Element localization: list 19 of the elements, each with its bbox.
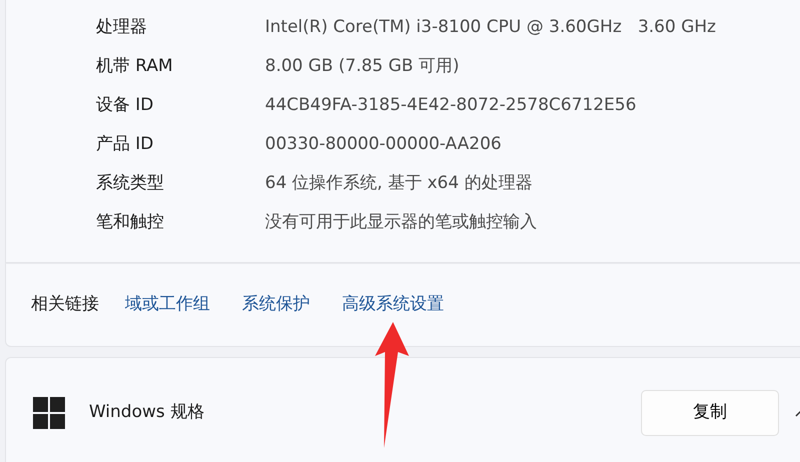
- copy-button[interactable]: 复制: [641, 390, 779, 436]
- spec-value: 00330-80000-00000-AA206: [265, 132, 502, 156]
- spec-value: 64 位操作系统, 基于 x64 的处理器: [265, 172, 532, 195]
- spec-value: Intel(R) Core(TM) i3-8100 CPU @ 3.60GHz 3.60 GHz: [265, 16, 716, 39]
- settings-link[interactable]: 域或工作组: [125, 292, 210, 318]
- spec-value: 没有可用于此显示器的笔或触控输入: [265, 210, 537, 234]
- settings-link[interactable]: 系统保护: [242, 292, 310, 318]
- section-title: 相关链接: [31, 293, 99, 316]
- spec-label: 产品 ID: [96, 132, 155, 156]
- spec-value: 44CB49FA-3185-4E42-8072-2578C6712E56: [265, 94, 636, 117]
- spec-label: 处理器: [96, 16, 148, 39]
- section-title: Windows 规格: [89, 400, 204, 424]
- spec-label: 设备 ID: [96, 94, 155, 117]
- spec-label: 笔和触控: [96, 210, 165, 234]
- spec-value: 8.00 GB (7.85 GB 可用): [265, 54, 460, 78]
- spec-label: 系统类型: [96, 172, 165, 195]
- windows-logo-icon: [33, 396, 65, 428]
- spec-label: 机带 RAM: [96, 54, 174, 78]
- settings-link[interactable]: 高级系统设置: [342, 292, 444, 318]
